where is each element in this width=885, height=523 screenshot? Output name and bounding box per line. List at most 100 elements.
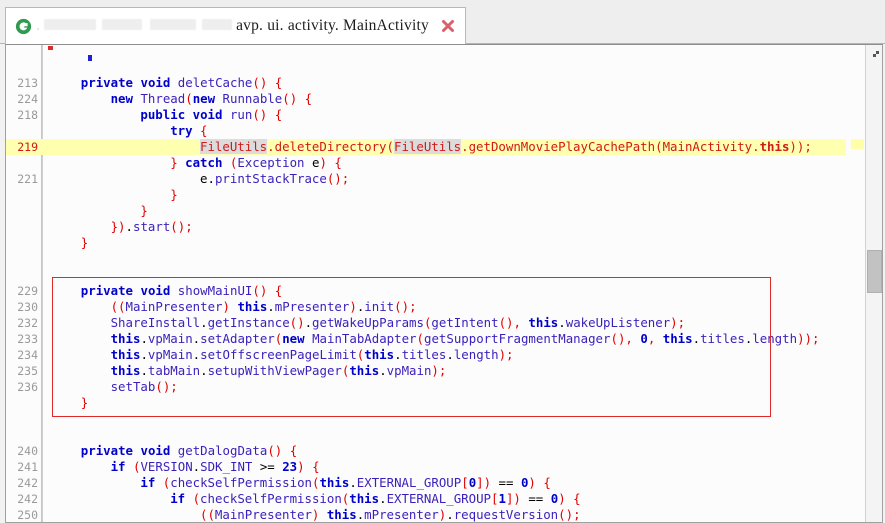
- code-token: new: [110, 91, 133, 106]
- code-token: checkSelfPermission: [170, 475, 312, 490]
- code-line[interactable]: 242 if (checkSelfPermission(this.EXTERNAL…: [6, 475, 864, 491]
- editor-tab-label: . avp. ui. activity. MainActivity: [36, 17, 429, 35]
- code-line[interactable]: 235 this.tabMain.setupWithViewPager(this.…: [6, 363, 864, 379]
- source-editor[interactable]: 213 private void deletCache() {224 new Thr…: [5, 44, 883, 523]
- line-number: 221: [17, 172, 38, 186]
- code-token: this: [364, 347, 395, 362]
- code-token: Exception: [237, 155, 305, 170]
- code-line[interactable]: [6, 59, 864, 75]
- line-number: 213: [17, 76, 38, 90]
- code-line[interactable]: } catch (Exception e) {: [6, 155, 864, 171]
- code-token: deletCache: [177, 75, 253, 90]
- code-line[interactable]: 242 if (checkSelfPermission(this.EXTERNAL…: [6, 491, 864, 507]
- code-line[interactable]: }: [6, 203, 864, 219]
- code-token: (): [558, 507, 574, 522]
- code-line[interactable]: [6, 411, 864, 427]
- code-line-text: this.vpMain.setOffscreenPageLimit(this.t…: [111, 347, 514, 363]
- code-token: this: [349, 363, 380, 378]
- code-token: getIntent: [431, 315, 499, 330]
- code-token: ): [319, 155, 327, 170]
- code-token: .: [200, 363, 208, 378]
- code-token: FileUtils: [393, 139, 462, 154]
- code-line[interactable]: 213 private void deletCache() {: [6, 75, 864, 91]
- code-line-text: private void getDalogData() {: [81, 443, 297, 459]
- code-token: length: [752, 331, 798, 346]
- code-line[interactable]: 224 new Thread(new Runnable() {: [6, 91, 864, 107]
- scrolled-line-marker-red: [48, 46, 53, 50]
- code-token: this: [319, 475, 350, 490]
- code-token: ): [498, 347, 507, 362]
- code-line[interactable]: 234 this.vpMain.setOffscreenPageLimit(thi…: [6, 347, 864, 363]
- code-editor-window: . avp. ui. activity. MainActivity 213 priv…: [0, 0, 885, 523]
- code-token: .: [207, 171, 215, 186]
- code-token: .: [140, 331, 148, 346]
- code-token: .: [349, 475, 357, 490]
- code-token: (: [386, 139, 394, 154]
- code-token: vpMain: [147, 331, 193, 346]
- code-token: if: [110, 459, 126, 474]
- code-line[interactable]: 232 ShareInstall.getInstance().getWakeUpP…: [6, 315, 864, 331]
- code-line[interactable]: 241 if (VERSION.SDK_INT >= 23) {: [6, 459, 864, 475]
- code-text-area[interactable]: 213 private void deletCache() {224 new Thr…: [6, 45, 864, 522]
- code-line[interactable]: 250 ((MainPresenter) this.mPresenter).req…: [6, 507, 864, 522]
- code-token: (): [252, 283, 268, 298]
- code-token: .: [200, 315, 208, 330]
- code-token: try: [170, 123, 193, 138]
- code-line-highlighted[interactable]: 219 FileUtils.deleteDirectory(FileUtils.g…: [6, 139, 846, 155]
- code-line[interactable]: 229 private void showMainUI() {: [6, 283, 864, 299]
- code-line-text: this.tabMain.setupWithViewPager(this.vpM…: [111, 363, 447, 379]
- code-line[interactable]: 221 e.printStackTrace();: [6, 171, 864, 187]
- code-token: }: [170, 187, 178, 202]
- code-line[interactable]: 236 setTab();: [6, 379, 864, 395]
- code-token: new: [282, 331, 305, 346]
- code-line[interactable]: [6, 251, 864, 267]
- scrollbar-thumb[interactable]: [867, 250, 882, 294]
- editor-tab-redacted-package: .: [36, 17, 236, 34]
- code-token: 1: [498, 491, 506, 506]
- code-line[interactable]: [6, 267, 864, 283]
- code-token: if: [140, 475, 156, 490]
- code-token: catch: [185, 155, 223, 170]
- code-line[interactable]: try {: [6, 123, 864, 139]
- code-line[interactable]: }: [6, 395, 864, 411]
- error-stripe-highlight-marker: [851, 139, 864, 149]
- line-number: 218: [17, 108, 38, 122]
- code-token: void: [140, 443, 171, 458]
- error-stripe-marker-icon[interactable]: [873, 51, 880, 57]
- code-token: printStackTrace: [214, 171, 327, 186]
- code-line[interactable]: }: [6, 187, 864, 203]
- code-line[interactable]: 240 private void getDalogData() {: [6, 443, 864, 459]
- code-token: getInstance: [207, 315, 290, 330]
- code-line[interactable]: [6, 427, 864, 443]
- code-line[interactable]: 233 this.vpMain.setAdapter(new MainTabAda…: [6, 331, 864, 347]
- close-icon[interactable]: [439, 17, 457, 35]
- vertical-scrollbar[interactable]: [865, 45, 882, 522]
- code-token: vpMain: [386, 363, 432, 378]
- code-token: ;: [573, 507, 581, 522]
- code-line[interactable]: }: [6, 235, 864, 251]
- code-line-text: try {: [170, 123, 207, 139]
- code-token: ): [297, 459, 305, 474]
- line-number: 224: [17, 92, 38, 106]
- code-token: ((: [110, 299, 126, 314]
- code-line[interactable]: }).start();: [6, 219, 864, 235]
- code-token: MainPresenter: [214, 507, 312, 522]
- code-line-text: ((MainPresenter) this.mPresenter).init()…: [111, 299, 417, 315]
- code-token: .: [267, 139, 275, 154]
- code-token: .: [446, 507, 454, 522]
- code-token: .: [379, 363, 387, 378]
- code-line[interactable]: 230 ((MainPresenter) this.mPresenter).ini…: [6, 299, 864, 315]
- line-number: 242: [17, 492, 38, 506]
- code-token: (): [155, 379, 171, 394]
- code-line[interactable]: 218 public void run() {: [6, 107, 864, 123]
- code-token: getDownMoviePlayCachePath: [468, 139, 656, 154]
- line-number: 250: [17, 508, 38, 522]
- editor-tab-mainactivity[interactable]: . avp. ui. activity. MainActivity: [5, 7, 466, 44]
